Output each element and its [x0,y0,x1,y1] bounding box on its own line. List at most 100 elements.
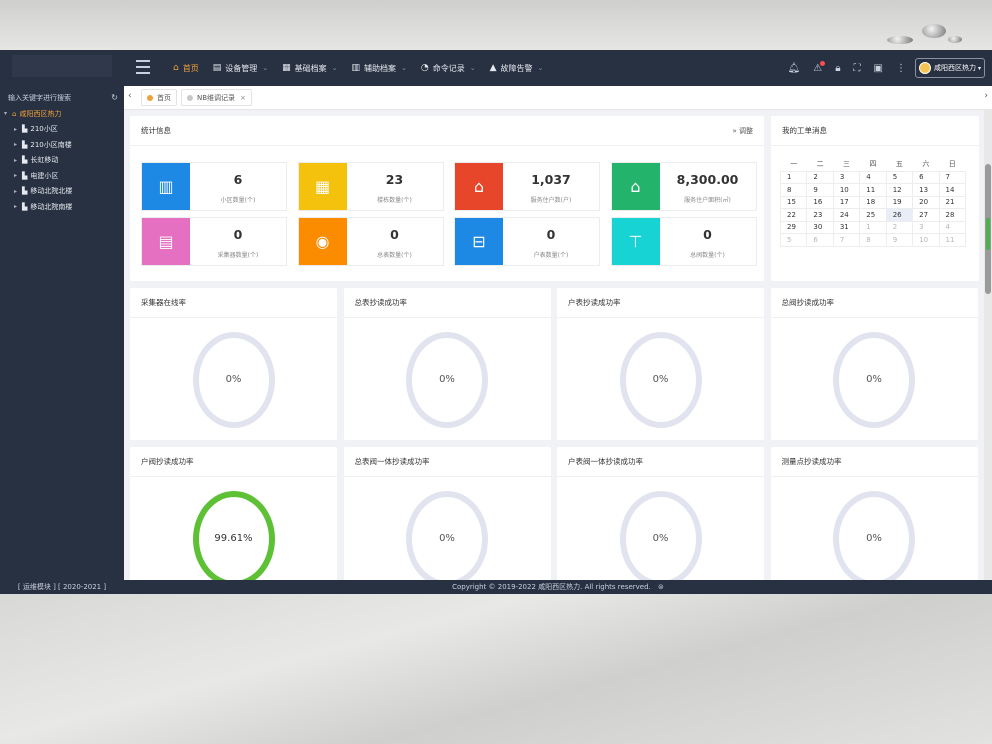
stat-value: 0 [233,227,243,242]
sidebar-footer: [ 运维模块 ] [ 2020-2021 ] [17,583,107,591]
calendar-day[interactable]: 3 [832,170,861,184]
calendar-day[interactable]: 2 [885,220,914,234]
toolbar: 🔔︎ ⚠︎ 🔒︎ ⛶ ▣ ⋮ [775,50,906,86]
gauge-card: 户阀抄读成功率 99.61% [130,447,337,580]
menu-item-3[interactable]: ▥ 辅助档案 ⌄ [345,50,414,86]
calendar-day[interactable]: 20 [912,195,940,209]
tab-0[interactable]: 首页 [141,89,177,106]
bell-icon[interactable]: 🔔︎ [788,63,801,74]
caret-right-icon[interactable]: ▸ [14,141,22,148]
stat-label: 楼栋数量(个) [377,197,412,204]
search-input[interactable]: 输入关键字进行搜索 [8,93,71,103]
scrollbar[interactable] [984,110,992,580]
tree-item[interactable]: ▸ ▙ 长虹移动 [4,153,124,169]
tree-item[interactable]: ▸ ▙ 移动北院北楼 [4,184,124,200]
tab-left-icon[interactable]: ‹ [128,91,132,101]
tree-item-label: 210小区 [30,125,58,134]
tab-right-icon[interactable]: › [984,91,988,101]
tree-item[interactable]: ▸ ▙ 210小区南楼 [4,137,124,153]
gauge-ring: 99.61% [192,490,275,580]
user-dropdown[interactable]: 咸阳西区热力 ▾ [915,58,985,78]
lock-icon[interactable]: 🔒︎ [835,63,840,74]
tree-item[interactable]: ▸ ▙ 移动北院南楼 [4,199,124,215]
menu-item-2[interactable]: ▦ 基础档案 ⌄ [275,50,344,86]
calendar-day[interactable]: 4 [859,170,887,184]
caret-right-icon[interactable]: ▸ [14,126,22,133]
calendar-day[interactable]: 27 [912,208,940,222]
menu-item-0[interactable]: ⌂ 首页 [166,50,206,86]
calendar-day[interactable]: 1 [779,170,808,184]
menu-item-1[interactable]: ▤ 设备管理 ⌄ [206,50,275,86]
calendar-day[interactable]: 5 [779,233,808,247]
alert-icon[interactable]: ⚠︎ [813,60,826,74]
calendar-day[interactable]: 11 [938,233,967,247]
calendar-day[interactable]: 15 [779,195,808,209]
stat-value: 0 [703,227,712,242]
calendar-day[interactable]: 13 [912,183,940,197]
caret-right-icon[interactable]: ▸ [14,157,22,164]
weekday-header: 一 [790,160,798,169]
chevron-down-icon: ⌄ [469,64,476,72]
calendar-day[interactable]: 8 [779,183,808,197]
tree-search[interactable]: 输入关键字进行搜索 ↻ [0,86,124,104]
calendar-day[interactable]: 10 [912,233,940,247]
calendar-day[interactable]: 16 [806,195,834,209]
calendar-day[interactable]: 17 [832,195,861,209]
adjust-link[interactable]: » 调整 [732,126,753,136]
tree-item[interactable]: ▸ ▙ 210小区 [4,122,124,138]
avatar [919,62,931,74]
caret-right-icon[interactable]: ▸ [14,172,22,179]
caret-down-icon[interactable]: ▾ [4,110,12,117]
calendar-day[interactable]: 14 [938,183,967,197]
calendar-day[interactable]: 9 [806,183,834,197]
calendar-day[interactable]: 4 [938,220,967,234]
calendar-day[interactable]: 11 [859,183,887,197]
gauge-title: 户表抄读成功率 [568,298,621,307]
calendar-day[interactable]: 10 [832,183,861,197]
calendar-day[interactable]: 2 [806,170,834,184]
calendar-day[interactable]: 31 [832,220,861,234]
gauge-card: 户表阀一体抄读成功率 0% [557,447,764,580]
calendar-day[interactable]: 8 [859,233,887,247]
calendar-day[interactable]: 18 [859,195,887,209]
calendar-day[interactable]: 26 [885,208,914,222]
close-icon[interactable]: × [240,94,246,102]
calendar-day[interactable]: 1 [859,220,887,234]
calendar-day[interactable]: 25 [859,208,887,222]
settings-icon[interactable]: ▣ [874,63,883,74]
calendar-day[interactable]: 29 [779,220,808,234]
caret-right-icon[interactable]: ▸ [14,203,22,210]
fullscreen-icon[interactable]: ⛶ [854,63,861,74]
tree-item[interactable]: ▸ ▙ 电建小区 [4,168,124,184]
apartment-icon: ▦ [298,163,347,210]
calendar-day[interactable]: 24 [832,208,861,222]
command-icon: ◔ [420,63,429,73]
refresh-icon[interactable]: ↻ [111,93,118,102]
gauge-ring: 0% [406,490,488,580]
tab-1[interactable]: NB维调记录 × [181,89,252,106]
home-icon: ⌂ [12,109,17,118]
calendar-day[interactable]: 6 [806,233,834,247]
calendar-day[interactable]: 23 [806,208,834,222]
calendar-day[interactable]: 28 [938,208,967,222]
water-drop [887,36,913,44]
tab-label: 首页 [157,93,171,102]
calendar-day[interactable]: 12 [885,183,914,197]
calendar-day[interactable]: 9 [885,233,914,247]
calendar-day[interactable]: 7 [938,170,967,184]
tree-root[interactable]: ▾ ⌂ 咸阳西区热力 [4,106,124,122]
calendar-day[interactable]: 7 [832,233,861,247]
more-icon[interactable]: ⋮ [896,63,906,74]
calendar-day[interactable]: 21 [938,195,967,209]
menu-item-4[interactable]: ◔ 命令记录 ⌄ [414,50,483,86]
menu-item-5[interactable]: ▲ 故障告警 ⌄ [483,50,551,86]
calendar-day[interactable]: 3 [912,220,940,234]
calendar-day[interactable]: 6 [912,170,940,184]
gauge-value: 0% [439,533,455,544]
calendar-day[interactable]: 5 [885,170,914,184]
caret-right-icon[interactable]: ▸ [14,188,22,195]
calendar-day[interactable]: 22 [779,208,808,222]
calendar-day[interactable]: 30 [806,220,834,234]
menu-toggle-icon[interactable] [136,60,150,74]
calendar-day[interactable]: 19 [885,195,914,209]
